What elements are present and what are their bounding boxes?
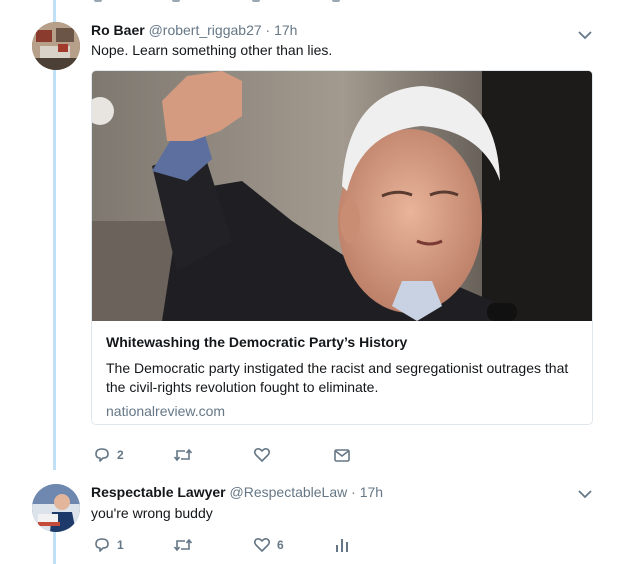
tweet-respectable-lawyer[interactable]: Respectable Lawyer @RespectableLaw · 17h… bbox=[0, 476, 622, 564]
tweet-actions: 1 6 bbox=[91, 535, 391, 555]
reply-count: 1 bbox=[117, 538, 124, 552]
display-name[interactable]: Respectable Lawyer bbox=[91, 484, 226, 500]
separator-dot: · bbox=[351, 484, 356, 500]
avatar[interactable] bbox=[32, 22, 80, 70]
user-handle[interactable]: @robert_riggab27 bbox=[149, 22, 262, 38]
analytics-icon bbox=[336, 539, 348, 552]
reply-icon bbox=[95, 448, 109, 462]
tweet-header: Ro Baer @robert_riggab27 · 17h bbox=[91, 22, 297, 38]
like-button[interactable] bbox=[253, 445, 277, 465]
chevron-down-icon[interactable] bbox=[578, 30, 592, 40]
tweet-actions: 2 bbox=[91, 445, 391, 465]
tweet-text: Nope. Learn something other than lies. bbox=[91, 42, 333, 58]
heart-icon bbox=[253, 447, 271, 462]
card-domain[interactable]: nationalreview.com bbox=[106, 403, 582, 419]
like-button[interactable]: 6 bbox=[253, 535, 284, 555]
retweet-icon bbox=[173, 538, 193, 552]
like-count: 6 bbox=[277, 538, 284, 552]
display-name[interactable]: Ro Baer bbox=[91, 22, 145, 38]
reply-button[interactable]: 1 bbox=[93, 535, 124, 555]
card-description-line-1: The Democratic party instigated the raci… bbox=[106, 360, 569, 376]
heart-icon bbox=[253, 537, 271, 552]
card-description-line-2: the civil-rights revolution fought to el… bbox=[106, 379, 379, 395]
timestamp[interactable]: 17h bbox=[360, 484, 383, 500]
mail-icon bbox=[334, 449, 350, 462]
tweet-text: you're wrong buddy bbox=[91, 505, 213, 521]
user-handle[interactable]: @RespectableLaw bbox=[230, 484, 348, 500]
analytics-button[interactable] bbox=[333, 535, 357, 555]
separator-dot: · bbox=[265, 22, 271, 38]
direct-message-button[interactable] bbox=[333, 445, 357, 465]
reply-button[interactable]: 2 bbox=[93, 445, 124, 465]
avatar[interactable] bbox=[32, 484, 80, 532]
tweet-header: Respectable Lawyer @RespectableLaw · 17h bbox=[91, 484, 383, 500]
card-body: Whitewashing the Democratic Party’s Hist… bbox=[106, 334, 582, 419]
retweet-icon bbox=[173, 448, 193, 462]
link-card[interactable]: Whitewashing the Democratic Party’s Hist… bbox=[91, 70, 593, 425]
timestamp[interactable]: 17h bbox=[274, 22, 297, 38]
retweet-button[interactable] bbox=[173, 445, 199, 465]
card-image bbox=[92, 71, 592, 321]
reply-count: 2 bbox=[117, 448, 124, 462]
tweet-robert[interactable]: Ro Baer @robert_riggab27 · 17h Nope. Lea… bbox=[0, 0, 622, 475]
card-title[interactable]: Whitewashing the Democratic Party’s Hist… bbox=[106, 334, 582, 350]
reply-icon bbox=[95, 538, 109, 552]
chevron-down-icon[interactable] bbox=[578, 489, 592, 499]
retweet-button[interactable] bbox=[173, 535, 199, 555]
